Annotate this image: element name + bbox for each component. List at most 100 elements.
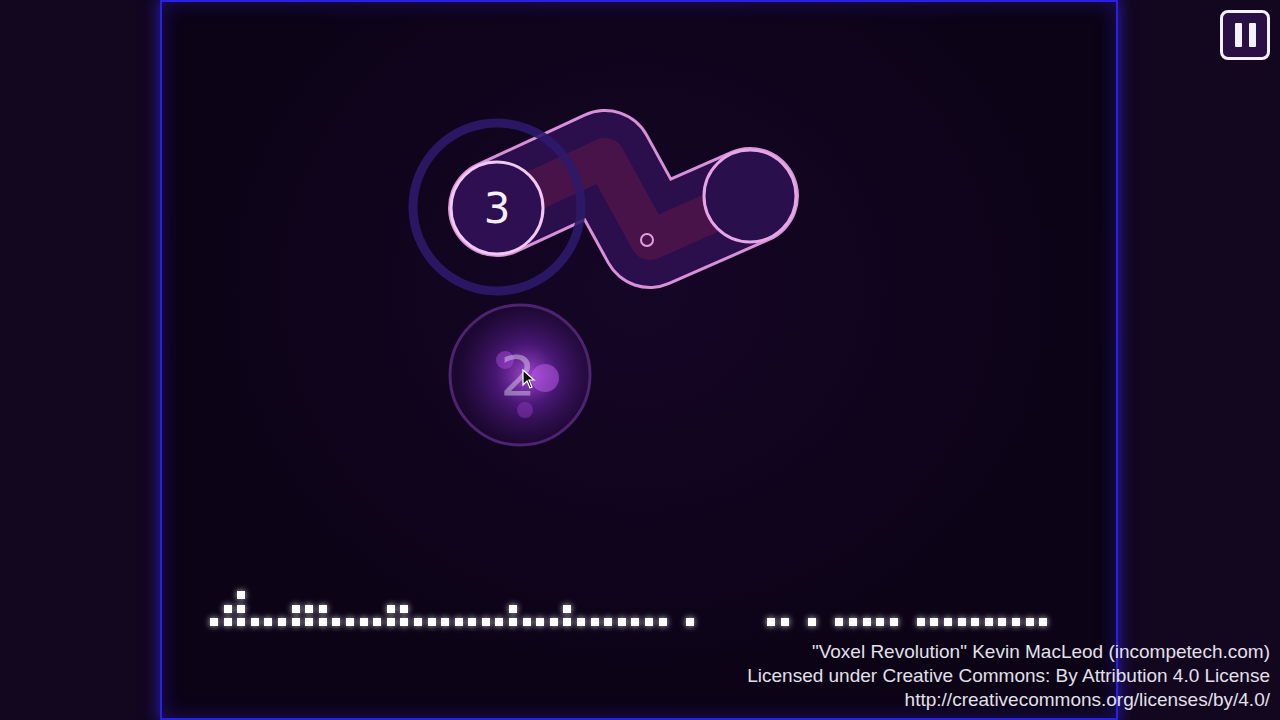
visualizer-column (930, 618, 938, 626)
visualizer-column (849, 618, 857, 626)
visualizer-block (264, 618, 272, 626)
visualizer-block (210, 618, 218, 626)
visualizer-block (781, 618, 789, 626)
slider[interactable]: 3 (413, 123, 796, 291)
visualizer-block (944, 618, 952, 626)
visualizer-column (1039, 618, 1047, 626)
visualizer-block (930, 618, 938, 626)
visualizer-column (944, 618, 952, 626)
visualizer-block (414, 618, 422, 626)
visualizer-block (278, 618, 286, 626)
visualizer-block (237, 591, 245, 599)
visualizer-block (659, 618, 667, 626)
visualizer-block (523, 618, 531, 626)
visualizer-column (292, 605, 300, 627)
visualizer-block (1039, 618, 1047, 626)
visualizer-block (536, 618, 544, 626)
visualizer-block (319, 605, 327, 613)
visualizer-column (808, 618, 816, 626)
visualizer-column (917, 618, 925, 626)
visualizer-column (523, 618, 531, 626)
visualizer-column (577, 618, 585, 626)
pause-button[interactable] (1220, 10, 1270, 60)
visualizer-block (237, 618, 245, 626)
visualizer-column (509, 605, 517, 627)
visualizer-block (985, 618, 993, 626)
visualizer-block (319, 618, 327, 626)
visualizer-block (550, 618, 558, 626)
visualizer-block (495, 618, 503, 626)
visualizer-column (482, 618, 490, 626)
visualizer-block (563, 618, 571, 626)
visualizer-column (346, 618, 354, 626)
pause-icon (1235, 23, 1242, 47)
visualizer-column (468, 618, 476, 626)
visualizer-block (917, 618, 925, 626)
visualizer-column (618, 618, 626, 626)
visualizer-block (455, 618, 463, 626)
visualizer-block (563, 605, 571, 613)
play-area[interactable]: 32 (160, 0, 1118, 720)
visualizer-block (224, 605, 232, 613)
approach-circle (413, 123, 581, 291)
visualizer-block (509, 605, 517, 613)
visualizer-column (278, 618, 286, 626)
left-margin (0, 0, 160, 720)
visualizer-block (346, 618, 354, 626)
visualizer-block (1012, 618, 1020, 626)
visualizer-block (645, 618, 653, 626)
visualizer-block (890, 618, 898, 626)
visualizer-block (468, 618, 476, 626)
visualizer-column (686, 618, 694, 626)
visualizer-column (958, 618, 966, 626)
visualizer-column (781, 618, 789, 626)
visualizer-column (876, 618, 884, 626)
visualizer-block (373, 618, 381, 626)
game-screen: 32"Voxel Revolution" Kevin MacLeod (inco… (0, 0, 1280, 720)
visualizer-block (509, 618, 517, 626)
visualizer-block (441, 618, 449, 626)
visualizer-column (387, 605, 395, 627)
visualizer-column (835, 618, 843, 626)
visualizer-block (387, 605, 395, 613)
slider-end[interactable] (704, 150, 796, 242)
visualizer-column (1012, 618, 1020, 626)
credit-line: Licensed under Creative Commons: By Attr… (747, 664, 1270, 688)
credit-line: http://creativecommons.org/licenses/by/4… (905, 688, 1270, 712)
visualizer-column (319, 605, 327, 627)
visualizer-column (1026, 618, 1034, 626)
visualizer-column (536, 618, 544, 626)
visualizer-column (373, 618, 381, 626)
visualizer-block (305, 618, 313, 626)
visualizer-block (1026, 618, 1034, 626)
visualizer-block (387, 618, 395, 626)
visualizer-column (563, 605, 571, 627)
credit-line: "Voxel Revolution" Kevin MacLeod (incomp… (812, 640, 1270, 664)
visualizer-block (292, 605, 300, 613)
pause-icon (1249, 23, 1256, 47)
hit-circle[interactable] (451, 162, 543, 254)
visualizer-column (441, 618, 449, 626)
visualizer-block (849, 618, 857, 626)
visualizer-block (604, 618, 612, 626)
visualizer-column (863, 618, 871, 626)
combo-number: 2 (500, 343, 536, 408)
visualizer-column (985, 618, 993, 626)
playfield[interactable]: 32 (160, 0, 1118, 720)
music-credits: "Voxel Revolution" Kevin MacLeod (incomp… (747, 640, 1270, 712)
hit-circle[interactable]: 2 (450, 305, 590, 445)
visualizer-block (686, 618, 694, 626)
visualizer-block (971, 618, 979, 626)
visualizer-block (767, 618, 775, 626)
visualizer-block (305, 605, 313, 613)
visualizer-column (305, 605, 313, 627)
right-margin (1118, 0, 1280, 720)
visualizer-column (428, 618, 436, 626)
visualizer-column (998, 618, 1006, 626)
visualizer-block (237, 605, 245, 613)
visualizer-column (890, 618, 898, 626)
visualizer-block (808, 618, 816, 626)
combo-number: 3 (484, 184, 511, 233)
visualizer-block (863, 618, 871, 626)
visualizer-column (591, 618, 599, 626)
